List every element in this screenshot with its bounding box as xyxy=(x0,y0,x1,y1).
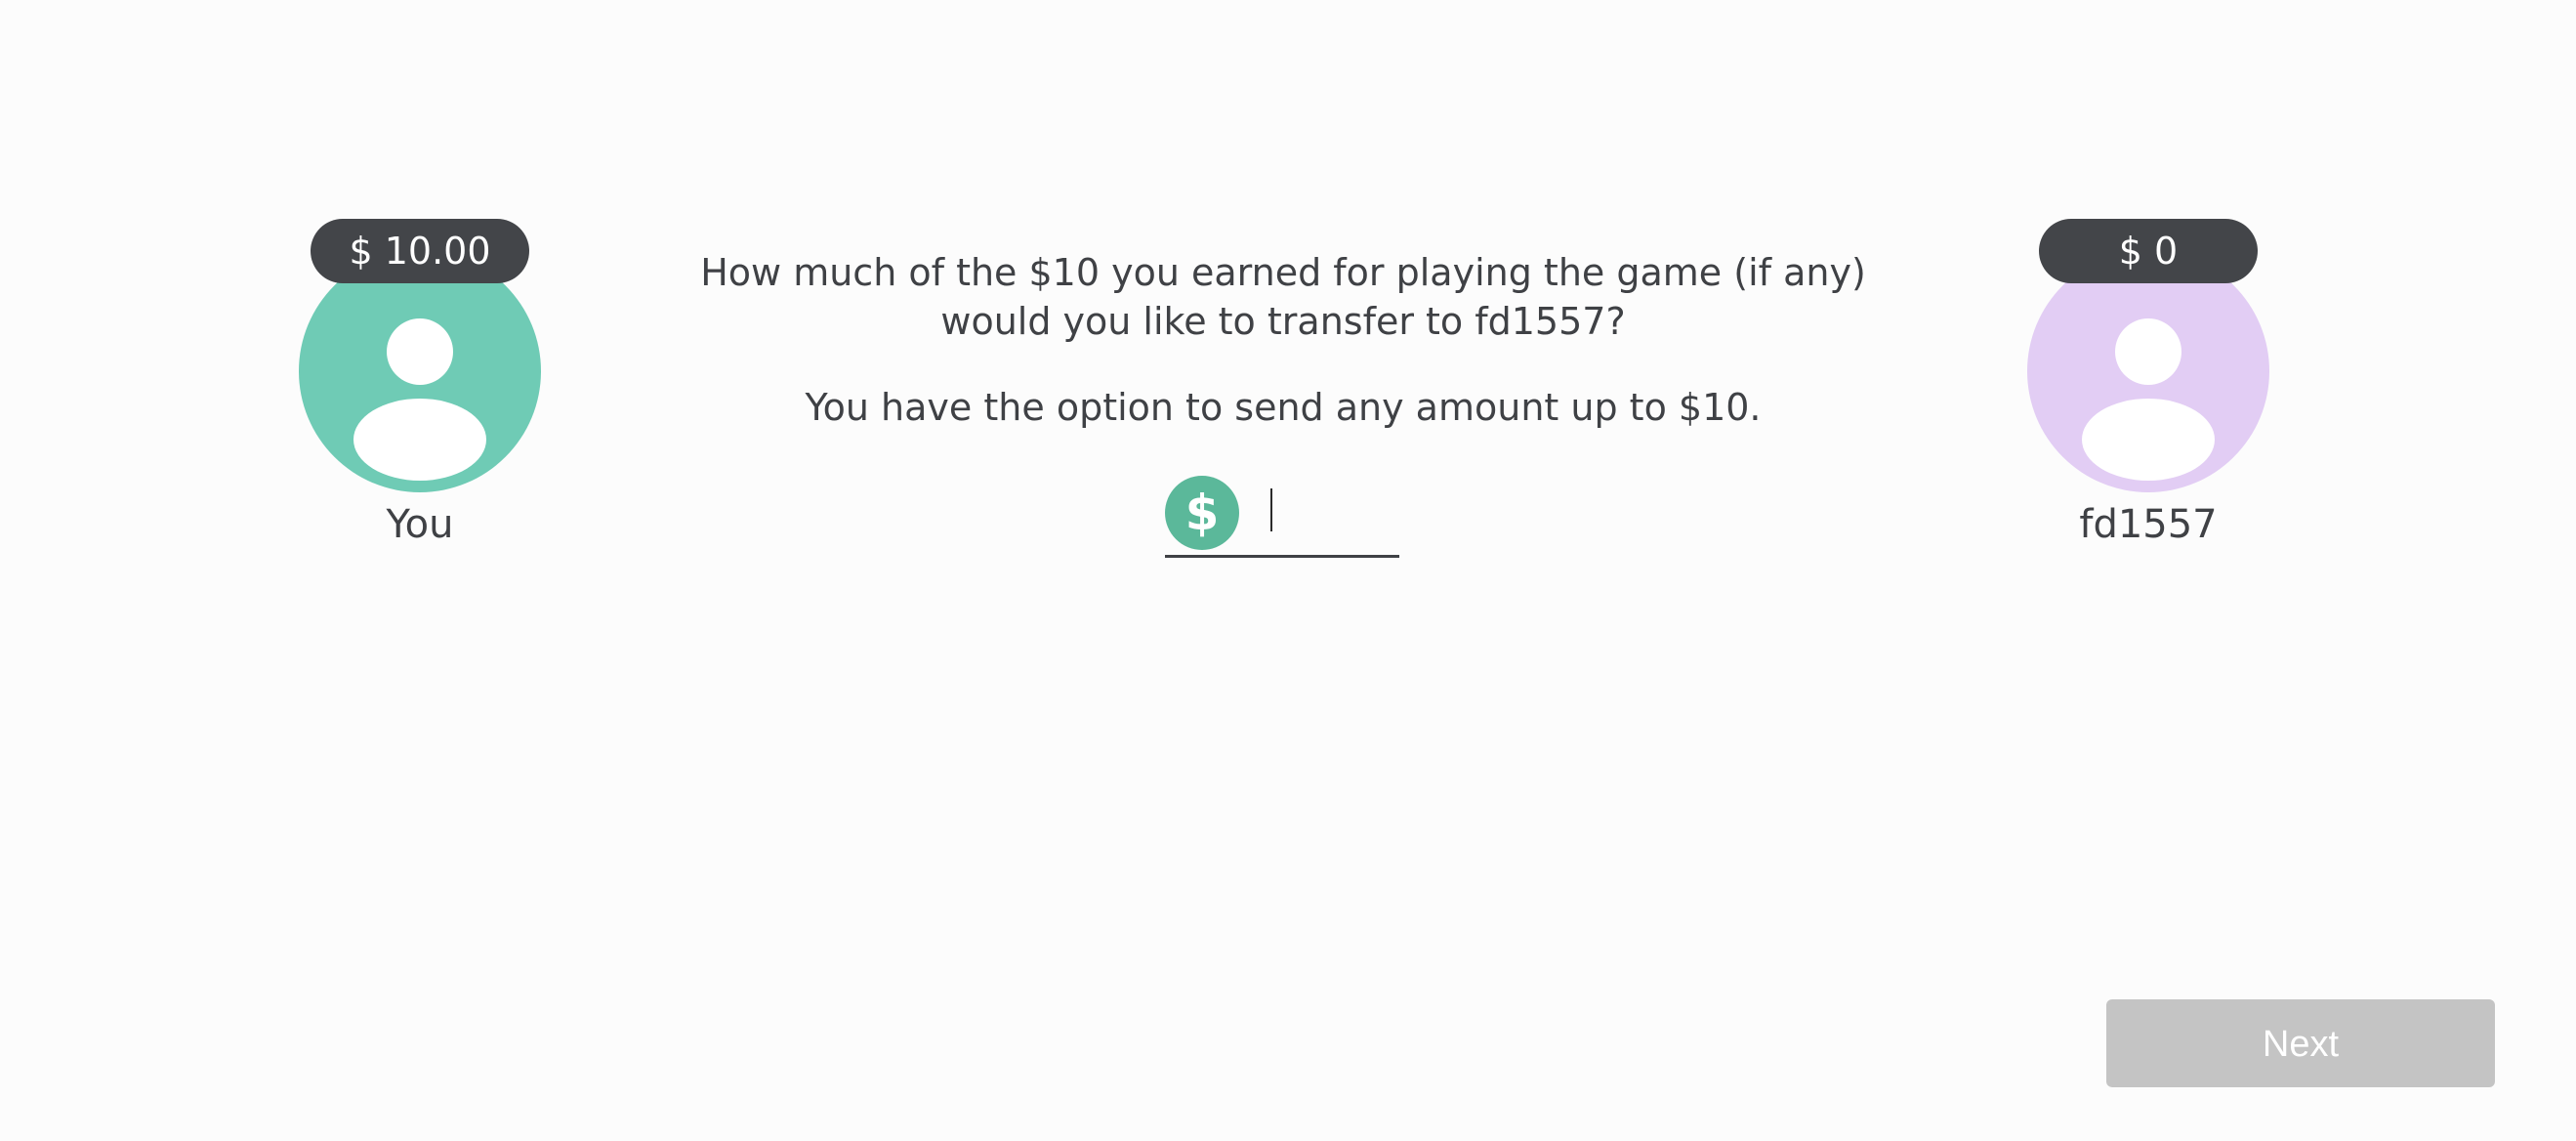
transfer-screen: $ 10.00 You How much of the $10 you earn… xyxy=(0,0,2576,1141)
dollar-icon: $ xyxy=(1165,476,1239,550)
player-name-fd1557: fd1557 xyxy=(2079,502,2218,547)
avatar-container-fd1557: $ 0 xyxy=(2027,219,2269,492)
avatar-body-icon xyxy=(353,399,486,481)
avatar-body-icon xyxy=(2082,399,2215,481)
balance-badge-you: $ 10.00 xyxy=(311,219,529,283)
amount-input[interactable] xyxy=(1255,483,1386,543)
balance-badge-fd1557: $ 0 xyxy=(2039,219,2258,283)
text-cursor xyxy=(1270,488,1272,531)
avatar-container-you: $ 10.00 xyxy=(299,219,541,492)
avatar-head-icon xyxy=(2115,318,2181,385)
amount-field[interactable]: $ xyxy=(1165,471,1399,558)
player-name-you: You xyxy=(386,502,454,547)
player-you: $ 10.00 You xyxy=(293,219,547,547)
transfer-prompt: How much of the $10 you earned for playi… xyxy=(605,248,1961,432)
avatar-head-icon xyxy=(387,318,453,385)
player-fd1557: $ 0 fd1557 xyxy=(2021,219,2275,547)
question-line-2: would you like to transfer to fd1557? xyxy=(940,300,1626,343)
avatar-fd1557 xyxy=(2027,250,2269,492)
question-text: How much of the $10 you earned for playi… xyxy=(605,248,1961,346)
next-button[interactable]: Next xyxy=(2106,999,2495,1087)
question-line-1: How much of the $10 you earned for playi… xyxy=(700,251,1866,294)
option-text: You have the option to send any amount u… xyxy=(805,386,1762,429)
avatar-you xyxy=(299,250,541,492)
